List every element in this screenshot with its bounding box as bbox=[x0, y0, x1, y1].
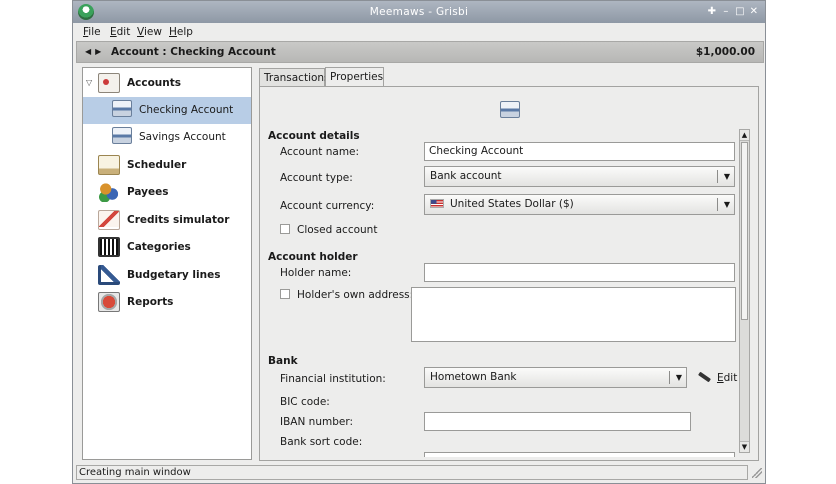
resize-grip-icon[interactable] bbox=[752, 468, 762, 478]
tree-item-credits-simulator[interactable]: Credits simulator bbox=[83, 207, 251, 234]
holder-address-textarea[interactable] bbox=[411, 287, 736, 342]
holder-name-field[interactable] bbox=[424, 263, 735, 282]
bank-card-icon bbox=[500, 101, 520, 118]
financial-institution-label: Financial institution: bbox=[280, 373, 386, 385]
scroll-up-arrow-icon[interactable]: ▲ bbox=[740, 130, 749, 141]
navigation-tree: ▽ Accounts Checking Account Savings Acco… bbox=[82, 67, 252, 460]
tree-item-checking-account[interactable]: Checking Account bbox=[83, 97, 251, 124]
grisbi-app-icon[interactable] bbox=[78, 4, 94, 20]
window-controls: ✚ – □ ✕ bbox=[707, 1, 759, 23]
iban-label: IBAN number: bbox=[280, 416, 354, 428]
menu-help[interactable]: Help bbox=[169, 26, 193, 38]
window-title: Meemaws - Grisbi bbox=[369, 6, 469, 18]
checkbox-box[interactable] bbox=[280, 224, 290, 234]
tree-label: Budgetary lines bbox=[127, 269, 221, 281]
account-type-select[interactable]: Bank account ▼ bbox=[424, 166, 735, 187]
tree-label: Savings Account bbox=[139, 131, 226, 143]
properties-form: Account details Account name: Checking A… bbox=[260, 127, 738, 457]
section-bank: Bank bbox=[268, 355, 298, 367]
properties-scrollbar[interactable]: ▲ ▼ bbox=[739, 129, 750, 453]
chevron-down-icon: ▼ bbox=[723, 172, 730, 181]
menu-bar: File Edit View Help bbox=[73, 23, 765, 41]
nav-arrows: ◀▶ bbox=[85, 42, 105, 62]
bank-card-icon bbox=[112, 127, 132, 144]
account-header: ◀▶ Account : Checking Account $1,000.00 bbox=[76, 41, 764, 63]
title-bar[interactable]: Meemaws - Grisbi ✚ – □ ✕ bbox=[73, 1, 765, 23]
tree-item-accounts[interactable]: ▽ Accounts bbox=[83, 70, 251, 97]
menu-edit[interactable]: Edit bbox=[110, 26, 130, 38]
section-account-details: Account details bbox=[268, 130, 360, 142]
maximize-button[interactable]: □ bbox=[735, 7, 745, 17]
reports-icon bbox=[98, 292, 120, 312]
minimize-button[interactable]: – bbox=[721, 7, 731, 17]
header-balance: $1,000.00 bbox=[695, 46, 755, 58]
tree-label: Categories bbox=[127, 241, 191, 253]
tab-transactions[interactable]: Transactions bbox=[259, 68, 330, 87]
budget-chart-icon bbox=[98, 265, 120, 285]
menu-view[interactable]: View bbox=[137, 26, 162, 38]
tree-label: Reports bbox=[127, 296, 174, 308]
chevron-down-icon: ▼ bbox=[675, 373, 682, 382]
financial-institution-select[interactable]: Hometown Bank ▼ bbox=[424, 367, 687, 388]
accounts-icon bbox=[98, 73, 120, 93]
close-button[interactable]: ✕ bbox=[749, 7, 759, 17]
account-name-label: Account name: bbox=[280, 146, 360, 158]
calendar-icon bbox=[98, 155, 120, 175]
expander-open-icon[interactable]: ▽ bbox=[86, 78, 92, 87]
chevron-down-icon: ▼ bbox=[723, 200, 730, 209]
forward-arrow-icon[interactable]: ▶ bbox=[95, 47, 105, 56]
scroll-down-arrow-icon[interactable]: ▼ bbox=[740, 441, 749, 452]
tab-properties[interactable]: Properties bbox=[325, 67, 384, 88]
tree-label: Credits simulator bbox=[127, 214, 230, 226]
main-window: Meemaws - Grisbi ✚ – □ ✕ File Edit View … bbox=[72, 0, 766, 484]
tree-label: Checking Account bbox=[139, 104, 234, 116]
currency-select[interactable]: United States Dollar ($) ▼ bbox=[424, 194, 735, 215]
properties-panel: Account details Account name: Checking A… bbox=[259, 86, 759, 461]
scrollbar-thumb[interactable] bbox=[741, 142, 748, 320]
account-name-field[interactable]: Checking Account bbox=[424, 142, 735, 161]
bank-card-icon bbox=[112, 100, 132, 117]
bank-sort-code-field[interactable] bbox=[424, 452, 735, 457]
barcode-icon bbox=[98, 237, 120, 257]
back-arrow-icon[interactable]: ◀ bbox=[85, 47, 95, 56]
menu-file[interactable]: File bbox=[83, 26, 101, 38]
us-flag-icon bbox=[430, 199, 444, 208]
status-text: Creating main window bbox=[79, 467, 191, 478]
edit-bank-button[interactable]: Edit bbox=[698, 371, 737, 384]
pin-icon[interactable]: ✚ bbox=[707, 7, 717, 17]
account-type-label: Account type: bbox=[280, 172, 353, 184]
bank-sort-code-label: Bank sort code: bbox=[280, 436, 363, 448]
tree-item-categories[interactable]: Categories bbox=[83, 234, 251, 261]
pencil-icon bbox=[698, 371, 711, 383]
tree-label: Accounts bbox=[127, 77, 182, 89]
iban-field[interactable] bbox=[424, 412, 691, 431]
closed-account-checkbox[interactable]: Closed account bbox=[280, 224, 377, 236]
payees-icon bbox=[98, 182, 120, 202]
tree-label: Payees bbox=[127, 186, 169, 198]
tree-label: Scheduler bbox=[127, 159, 187, 171]
section-account-holder: Account holder bbox=[268, 251, 358, 263]
tree-item-scheduler[interactable]: Scheduler bbox=[83, 152, 251, 179]
tree-item-budgetary-lines[interactable]: Budgetary lines bbox=[83, 262, 251, 289]
currency-label: Account currency: bbox=[280, 200, 375, 212]
status-bar: Creating main window bbox=[76, 465, 748, 480]
checkbox-box[interactable] bbox=[280, 289, 290, 299]
tree-item-reports[interactable]: Reports bbox=[83, 289, 251, 316]
bic-code-label: BIC code: bbox=[280, 396, 330, 408]
holder-name-label: Holder name: bbox=[280, 267, 352, 279]
chart-icon bbox=[98, 210, 120, 230]
header-title: Account : Checking Account bbox=[111, 46, 276, 58]
tree-item-payees[interactable]: Payees bbox=[83, 179, 251, 206]
holders-own-address-checkbox[interactable]: Holder's own address: bbox=[280, 289, 413, 301]
tree-item-savings-account[interactable]: Savings Account bbox=[83, 124, 251, 151]
